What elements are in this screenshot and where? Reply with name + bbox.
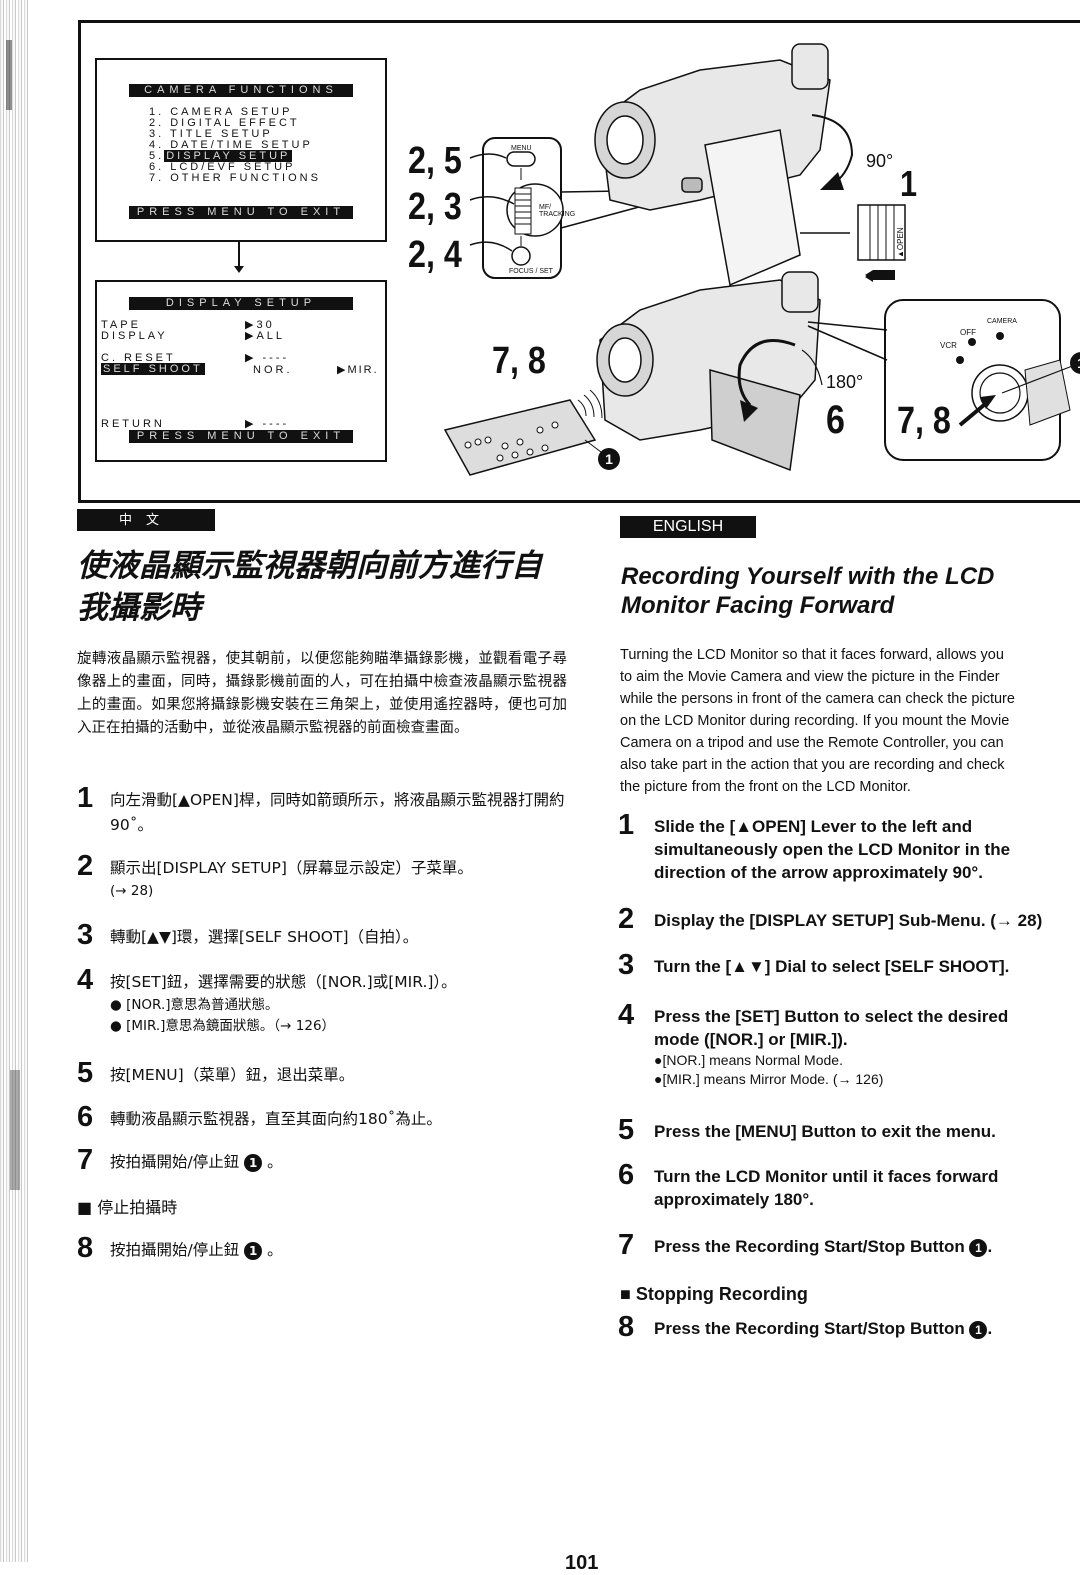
step-text: Press the [SET] Button to select the des… — [654, 1007, 1009, 1026]
step-number: 7 — [618, 1229, 635, 1261]
vcr-mode-label: VCR — [940, 341, 957, 350]
step-number: 8 — [77, 1232, 94, 1264]
step-label-menu: 2, 5 — [408, 140, 462, 182]
step-text: 轉動液晶顯示監視器，直至其面向約180˚為止。 — [110, 1110, 442, 1128]
step-text: direction of the arrow approximately 90°… — [654, 863, 983, 882]
page-reference: (→ 28) — [110, 883, 154, 899]
step-number: 7 — [77, 1144, 94, 1176]
page-number: 101 — [565, 1552, 599, 1574]
step-suffix: . — [987, 1237, 993, 1256]
step-text: 轉動[▲▼]環，選擇[SELF SHOOT]（自拍）。 — [110, 928, 419, 946]
step-text: Turn the LCD Monitor until it faces forw… — [654, 1167, 999, 1186]
english-intro: Turning the LCD Monitor so that it faces… — [620, 644, 1080, 798]
step-label-rotate: 6 — [826, 398, 845, 442]
button-marker-remote: 1 — [598, 448, 620, 470]
step-number: 6 — [618, 1159, 635, 1191]
intro-line: Camera on a tripod and use the Remote Co… — [620, 735, 1004, 751]
camcorder-bottom — [596, 271, 821, 472]
step-text: 向左滑動[▲OPEN]桿，同時如箭頭所示，將液晶顯示監視器打開約90˚。 — [110, 791, 565, 834]
step-number: 5 — [77, 1057, 94, 1089]
step-number: 6 — [77, 1101, 94, 1133]
menu-label: MENU — [511, 145, 532, 152]
step-number: 1 — [618, 809, 635, 841]
step-suffix: 。 — [267, 1241, 283, 1259]
step-text: 按[SET]鈕，選擇需要的狀態（[NOR.]或[MIR.]）。 — [110, 973, 457, 991]
step-text: Press the [MENU] Button to exit the menu… — [654, 1122, 996, 1141]
english-section-badge: ENGLISH — [620, 516, 756, 538]
step-text: 按拍攝開始/停止鈕 — [110, 1241, 240, 1259]
step-text: simultaneously open the LCD Monitor in t… — [654, 840, 1011, 859]
chinese-title: 使液晶顯示監視器朝向前方進行自我攝影時 — [77, 548, 542, 626]
english-title: Recording Yourself with the LCD Monitor … — [621, 562, 1080, 620]
open-lever-label: ▲OPEN — [896, 227, 905, 258]
step-text: Press the Recording Start/Stop Button — [654, 1319, 965, 1338]
bullet-item: ● [NOR.]意思為普通狀態。 — [110, 997, 279, 1013]
menu-button-icon — [506, 151, 536, 167]
bullet-item: ●[MIR.] means Mirror Mode. (→ 126) — [654, 1071, 884, 1087]
step-number: 2 — [618, 903, 635, 935]
step-number: 5 — [618, 1114, 635, 1146]
step-number: 2 — [77, 850, 94, 882]
angle-90-label: 90° — [866, 151, 894, 171]
intro-line: the picture from the front on the LCD Mo… — [620, 779, 911, 795]
step-label-start-stop: 7, 8 — [897, 400, 951, 442]
step-text: 按[MENU]（菜單）鈕，退出菜單。 — [110, 1066, 355, 1084]
focus-set-label: FOCUS / SET — [509, 268, 553, 275]
step-suffix: . — [987, 1319, 993, 1338]
chinese-section-badge: 中文 — [77, 509, 215, 531]
en-stop-heading: ■ Stopping Recording — [620, 1284, 808, 1304]
zh-stop-heading: ■ 停止拍攝時 — [77, 1198, 178, 1217]
step-suffix: 。 — [267, 1153, 283, 1171]
step-number: 1 — [77, 782, 94, 814]
camera-mode-label: CAMERA — [987, 318, 1017, 325]
scan-edge-mark — [10, 1070, 20, 1190]
step-label-open: 1 — [900, 163, 918, 204]
button-marker-icon: 1 — [969, 1238, 988, 1257]
button-marker-icon: 1 — [244, 1241, 263, 1260]
step-number: 4 — [77, 964, 94, 996]
dial-label: MF/ TRACKING — [539, 204, 576, 218]
button-marker-icon: 1 — [244, 1153, 263, 1172]
step-label-set: 2, 4 — [408, 234, 462, 276]
step-text: Press the Recording Start/Stop Button — [654, 1237, 965, 1256]
step-text: approximately 180°. — [654, 1190, 814, 1209]
remote-controller-icon — [443, 399, 597, 476]
step-number: 3 — [618, 949, 635, 981]
step-text: mode ([NOR.] or [MIR.]). — [654, 1030, 848, 1049]
chinese-intro: 旋轉液晶顯示監視器，使其朝前，以便您能夠瞄準攝錄影機，並觀看電子尋像器上的畫面，… — [77, 651, 567, 736]
title-line: Recording Yourself with the LCD — [621, 563, 995, 590]
button-marker-icon: 1 — [969, 1320, 988, 1339]
camcorder-top — [594, 43, 831, 287]
set-button-icon — [511, 246, 531, 266]
step-number: 4 — [618, 999, 635, 1031]
step-text: 顯示出[DISPLAY SETUP]（屏幕显示設定）子菜單。 — [110, 859, 473, 877]
intro-line: also take part in the action that you ar… — [620, 757, 1005, 773]
title-line: Monitor Facing Forward — [621, 592, 895, 619]
step-number: 3 — [77, 919, 94, 951]
off-mode-label: OFF — [960, 328, 976, 337]
bullet-item: ●[NOR.] means Normal Mode. — [654, 1052, 843, 1068]
intro-line: on the LCD Monitor during recording. If … — [620, 713, 1010, 729]
intro-line: Turning the LCD Monitor so that it faces… — [620, 647, 1004, 663]
step-label-dial: 2, 3 — [408, 186, 462, 228]
step-text: Turn the [▲▼] Dial to select [SELF SHOOT… — [654, 957, 1010, 976]
angle-180-label: 180° — [826, 372, 864, 392]
intro-line: to aim the Movie Camera and view the pic… — [620, 669, 1000, 685]
step-text: 按拍攝開始/停止鈕 — [110, 1153, 240, 1171]
intro-line: while the persons in front of the camera… — [620, 691, 1015, 707]
step-label-remote: 7, 8 — [492, 340, 546, 382]
step-text: Display the [DISPLAY SETUP] Sub-Menu. (→… — [654, 911, 1043, 930]
step-number: 8 — [618, 1311, 635, 1343]
step-text: Slide the [▲OPEN] Lever to the left and — [654, 817, 973, 836]
bullet-item: ● [MIR.]意思為鏡面狀態。（→ 126） — [110, 1018, 336, 1034]
